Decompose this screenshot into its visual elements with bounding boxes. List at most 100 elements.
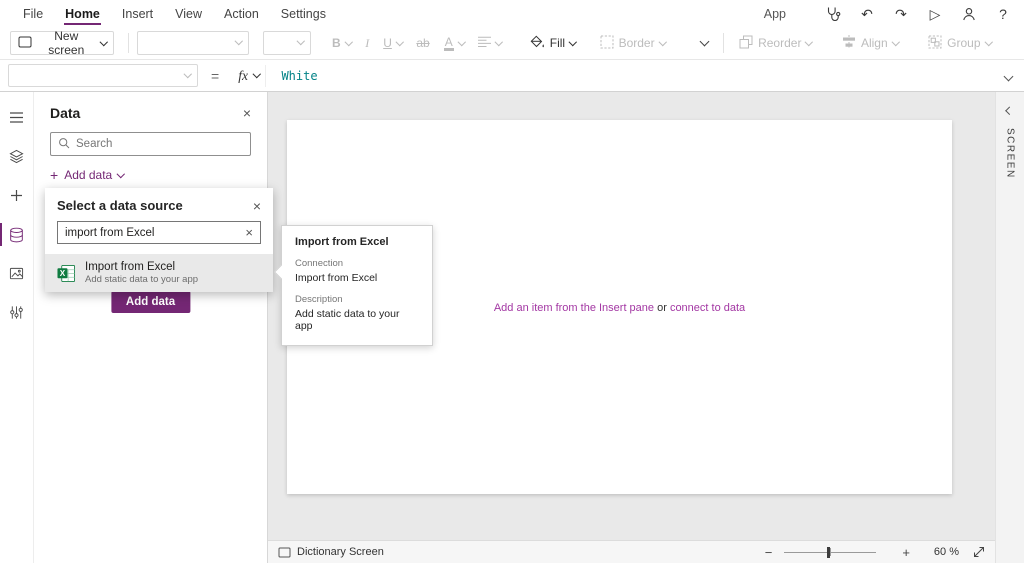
reorder-button[interactable]: Reorder (732, 30, 819, 56)
toolbar-divider (128, 33, 129, 53)
play-icon[interactable]: ▷ (926, 5, 944, 23)
menu-insert[interactable]: Insert (111, 0, 164, 27)
menu-action[interactable]: Action (213, 0, 270, 27)
chevron-down-icon (984, 38, 992, 46)
tooltip-connection-label: Connection (295, 258, 419, 269)
app-menu[interactable]: App (764, 7, 786, 21)
bold-label: B (332, 36, 341, 50)
fx-dropdown[interactable]: fx (232, 65, 266, 87)
menu-bar: File Home Insert View Action Settings Ap… (0, 0, 1024, 27)
undo-icon[interactable]: ↶ (858, 5, 876, 23)
data-search-input[interactable] (76, 138, 243, 150)
main-menu: File Home Insert View Action Settings (12, 0, 337, 27)
result-description: Add static data to your app (85, 274, 198, 285)
tooltip-connection-value: Import from Excel (295, 272, 419, 284)
insert-pane-link[interactable]: Add an item from the Insert pane (494, 302, 654, 314)
chevron-down-icon (253, 70, 261, 78)
font-color-label: A (444, 36, 454, 51)
svg-text:X: X (60, 268, 66, 277)
zoom-in-button[interactable]: + (898, 545, 914, 560)
property-select[interactable] (8, 64, 198, 87)
app-checker-icon[interactable] (824, 5, 842, 23)
zoom-out-button[interactable]: − (761, 545, 777, 560)
more-formatting-button[interactable] (694, 30, 715, 56)
font-size-select[interactable] (263, 31, 311, 55)
clear-search-icon[interactable]: × (245, 226, 253, 239)
border-label: Border (619, 36, 655, 50)
data-panel-title: Data (50, 105, 80, 121)
tree-view-icon[interactable] (0, 137, 34, 176)
reorder-label: Reorder (758, 36, 801, 50)
tooltip-description-label: Description (295, 294, 419, 305)
help-icon[interactable]: ? (994, 5, 1012, 23)
chevron-down-icon (296, 37, 304, 45)
strikethrough-button[interactable]: ab (409, 30, 436, 56)
toolbar: New screen B I U ab A Fill Border (0, 27, 1024, 60)
left-rail (0, 92, 34, 563)
current-screen-name[interactable]: Dictionary Screen (297, 546, 384, 558)
fit-to-window-icon[interactable] (973, 546, 985, 558)
screen-tab-label[interactable]: SCREEN (1005, 128, 1016, 179)
result-name: Import from Excel (85, 261, 198, 273)
formula-input[interactable]: White (281, 69, 317, 83)
group-button[interactable]: Group (921, 30, 998, 56)
popup-search-box[interactable]: × (57, 221, 261, 244)
bold-button[interactable]: B (325, 30, 358, 56)
chevron-down-icon (396, 38, 404, 46)
new-screen-button[interactable]: New screen (10, 31, 114, 55)
plus-icon: + (50, 168, 58, 182)
add-data-dropdown[interactable]: + Add data (50, 168, 251, 182)
data-panel: Data × + Add data Add data (34, 92, 268, 563)
menu-file[interactable]: File (12, 0, 54, 27)
strikethrough-label: ab (416, 36, 429, 50)
popup-header: Select a data source × (45, 188, 273, 221)
screen-thumbnail-icon (278, 547, 291, 558)
fill-label: Fill (550, 36, 565, 50)
underline-label: U (383, 36, 392, 50)
account-icon[interactable] (960, 5, 978, 23)
search-icon (58, 137, 70, 152)
expand-properties-chevron[interactable] (1006, 107, 1014, 115)
underline-button[interactable]: U (376, 30, 409, 56)
fill-button[interactable]: Fill (523, 30, 583, 56)
italic-button[interactable]: I (358, 30, 376, 56)
align-icon (842, 35, 856, 52)
data-sources-icon[interactable] (0, 215, 34, 254)
reorder-icon (739, 35, 753, 52)
main-workspace: Data × + Add data Add data Add an item f… (0, 92, 1024, 563)
menu-settings[interactable]: Settings (270, 0, 337, 27)
chevron-down-icon (234, 37, 242, 45)
formula-bar-expand-button[interactable] (1005, 69, 1012, 83)
advanced-tools-icon[interactable] (0, 293, 34, 332)
add-data-button[interactable]: Add data (111, 291, 190, 313)
chevron-down-icon (700, 37, 710, 47)
formula-bar: = fx White (0, 60, 1024, 92)
hamburger-menu-icon[interactable] (0, 98, 34, 137)
text-align-button[interactable] (471, 30, 509, 56)
data-source-tooltip: Import from Excel Connection Import from… (281, 225, 433, 346)
zoom-slider-handle[interactable] (827, 547, 830, 558)
border-icon (600, 35, 614, 52)
border-button[interactable]: Border (593, 30, 673, 56)
zoom-slider[interactable] (784, 545, 876, 559)
align-button[interactable]: Align (835, 30, 905, 56)
paint-bucket-icon (530, 35, 545, 52)
connect-to-data-link[interactable]: connect to data (670, 302, 745, 314)
chevron-down-icon (99, 38, 107, 46)
chevron-down-icon (345, 38, 353, 46)
text-align-icon (478, 36, 491, 50)
font-color-button[interactable]: A (437, 30, 472, 56)
font-family-select[interactable] (137, 31, 249, 55)
media-icon[interactable] (0, 254, 34, 293)
chevron-down-icon (495, 38, 503, 46)
menu-view[interactable]: View (164, 0, 213, 27)
select-data-source-popup: Select a data source × × X Import fro (45, 188, 273, 292)
insert-plus-icon[interactable] (0, 176, 34, 215)
data-search-box[interactable] (50, 132, 251, 156)
data-source-result-item[interactable]: X Import from Excel Add static data to y… (45, 254, 273, 292)
menu-home[interactable]: Home (54, 0, 111, 27)
data-panel-close-icon[interactable]: × (243, 106, 251, 120)
redo-icon[interactable]: ↷ (892, 5, 910, 23)
popup-close-icon[interactable]: × (253, 199, 261, 213)
popup-search-input[interactable] (65, 227, 240, 239)
